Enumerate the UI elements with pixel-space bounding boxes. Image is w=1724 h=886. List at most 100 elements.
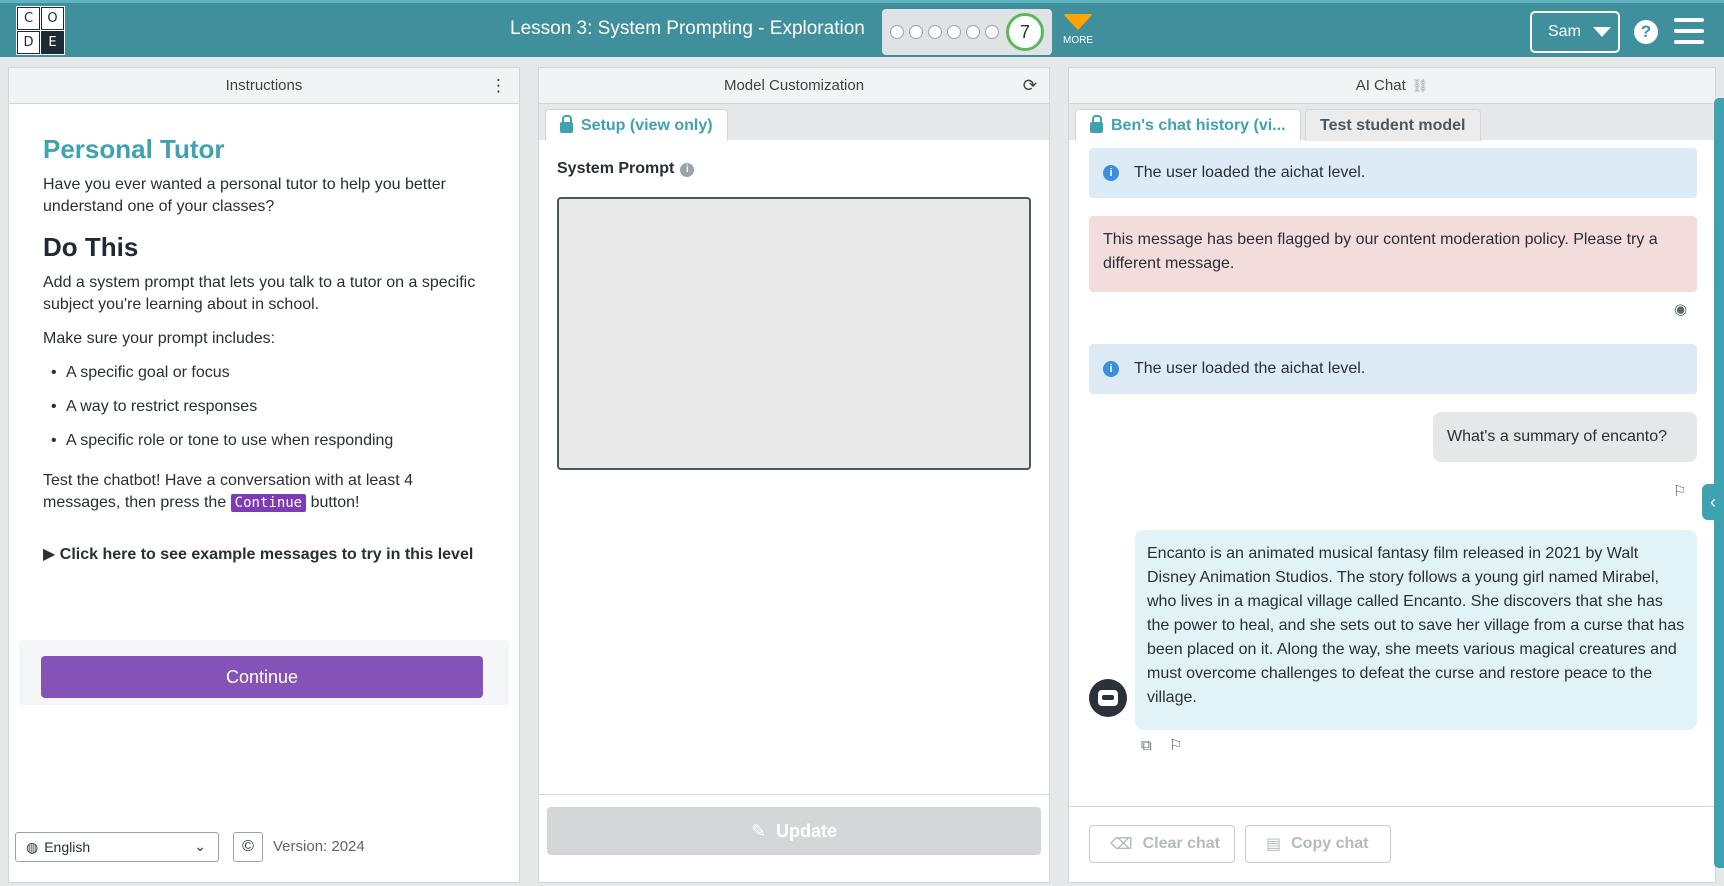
level-progress: 7 (882, 9, 1052, 55)
globe-icon: ◍ (26, 838, 39, 855)
refresh-icon[interactable]: ⟳ (1023, 76, 1037, 96)
update-button[interactable]: ✎ Update (547, 807, 1041, 855)
tab-history-label: Ben's chat history (vi... (1111, 116, 1286, 134)
eraser-icon: ⌫ (1110, 836, 1133, 853)
chat-header: AI Chat ⛓ (1069, 68, 1715, 104)
current-level-bubble[interactable]: 7 (1006, 13, 1044, 51)
top-header: C O D E Lesson 3: System Prompting - Exp… (0, 0, 1724, 57)
instructions-header: Instructions ⋮ (9, 68, 519, 104)
logo-letter-e: E (41, 31, 64, 54)
instructions-title: Instructions (225, 77, 303, 94)
info-icon: i (1103, 165, 1119, 181)
instructions-intro: Have you ever wanted a personal tutor to… (43, 176, 446, 215)
instructions-make-sure: Make sure your prompt includes: (43, 330, 276, 347)
list-item: A way to restrict responses (51, 396, 494, 418)
continue-area: Continue (19, 640, 509, 705)
instructions-task: Add a system prompt that lets you talk t… (43, 274, 476, 313)
code-org-logo[interactable]: C O D E (16, 6, 65, 55)
message-text: The user loaded the aichat level. (1134, 360, 1366, 377)
tab-test-student-model[interactable]: Test student model (1305, 109, 1481, 141)
tab-setup-label: Setup (view only) (581, 116, 713, 134)
model-footer: ✎ Update (539, 794, 1049, 882)
system-prompt-label: System Prompt i (557, 160, 695, 178)
model-header: Model Customization ⟳ (539, 68, 1049, 104)
list-item: A specific role or tone to use when resp… (51, 430, 494, 452)
instructions-test: Test the chatbot! Have a conversation wi… (43, 470, 494, 514)
chat-messages: i The user loaded the aichat level. This… (1069, 140, 1715, 808)
list-item: A specific goal or focus (51, 362, 494, 384)
language-value: English (44, 839, 91, 855)
tab-chat-history[interactable]: Ben's chat history (vi... (1075, 109, 1301, 141)
tab-test-label: Test student model (1320, 116, 1466, 134)
chat-scrollbar[interactable] (1714, 98, 1724, 868)
model-customization-panel: Model Customization ⟳ Setup (view only) … (538, 67, 1050, 883)
example-messages-label: Click here to see example messages to tr… (59, 546, 474, 563)
flag-icon[interactable]: ⚐ (1673, 482, 1686, 500)
do-this-heading: Do This (43, 232, 139, 262)
vertical-dots-icon[interactable]: ⋮ (490, 76, 507, 96)
example-messages-toggle[interactable]: ▶ Click here to see example messages to … (43, 544, 494, 566)
flag-icon[interactable]: ⚐ (1169, 736, 1182, 754)
collapse-chevron-icon[interactable]: ‹ (1702, 484, 1724, 520)
copy-chat-label: Copy chat (1291, 835, 1369, 852)
caret-down-icon (1592, 27, 1611, 37)
chevron-down-icon: ⌄ (194, 838, 206, 854)
assistant-message: Encanto is an animated musical fantasy f… (1135, 530, 1697, 730)
ai-chat-panel: AI Chat ⛓ Ben's chat history (vi... Test… (1068, 67, 1716, 883)
flagged-message: This message has been flagged by our con… (1089, 216, 1697, 292)
chat-tabbar: Ben's chat history (vi... Test student m… (1069, 104, 1715, 141)
clipboard-icon: ▤ (1266, 836, 1282, 853)
clear-chat-button[interactable]: ⌫ Clear chat (1089, 825, 1235, 863)
copyright-icon[interactable]: © (233, 832, 263, 862)
message-text: The user loaded the aichat level. (1134, 164, 1366, 181)
edit-icon: ✎ (750, 820, 767, 841)
system-prompt-textarea[interactable] (557, 197, 1031, 470)
language-select[interactable]: ◍ English ⌄ (15, 832, 219, 862)
eye-icon[interactable]: ◉ (1674, 300, 1687, 318)
lock-icon (1090, 115, 1103, 133)
bot-avatar (1089, 679, 1127, 717)
copy-icon[interactable]: ⧉ (1141, 737, 1152, 754)
more-button[interactable]: MORE (1058, 12, 1098, 46)
message-text: What's a summary of encanto? (1447, 428, 1668, 445)
system-message: i The user loaded the aichat level. (1089, 344, 1697, 394)
page-footer: ◍ English ⌄ © Version: 2024 (9, 822, 519, 882)
message-text: This message has been flagged by our con… (1103, 231, 1658, 272)
level-dot[interactable] (909, 25, 923, 39)
user-message: What's a summary of encanto? (1433, 412, 1697, 462)
instructions-content: Personal Tutor Have you ever wanted a pe… (9, 104, 519, 566)
level-dot[interactable] (985, 25, 999, 39)
system-prompt-label-text: System Prompt (557, 160, 675, 177)
info-icon[interactable]: i (680, 163, 695, 177)
requirements-list: A specific goal or focus A way to restri… (51, 362, 494, 452)
chevron-down-icon (1063, 14, 1093, 30)
model-title: Model Customization (723, 77, 865, 94)
system-message: i The user loaded the aichat level. (1089, 148, 1697, 198)
triangle-right-icon: ▶ (43, 546, 56, 563)
instructions-heading: Personal Tutor (43, 134, 225, 164)
chat-footer: ⌫ Clear chat ▤ Copy chat (1069, 806, 1715, 882)
robot-icon (1098, 690, 1118, 706)
logo-letter-d: D (17, 31, 40, 54)
logo-letter-o: O (41, 7, 64, 30)
level-dot[interactable] (947, 25, 961, 39)
version-text: Version: 2024 (273, 838, 365, 855)
link-icon[interactable]: ⛓ (1412, 78, 1429, 94)
user-name: Sam (1548, 23, 1581, 40)
hamburger-menu-icon[interactable] (1674, 18, 1704, 44)
help-icon[interactable]: ? (1634, 20, 1658, 44)
continue-button[interactable]: Continue (41, 656, 483, 698)
tab-setup[interactable]: Setup (view only) (545, 109, 728, 141)
copy-chat-button[interactable]: ▤ Copy chat (1245, 825, 1391, 863)
lesson-title[interactable]: Lesson 3: System Prompting - Exploration (510, 18, 865, 40)
message-text: Encanto is an animated musical fantasy f… (1147, 545, 1685, 706)
level-dot[interactable] (928, 25, 942, 39)
info-icon: i (1103, 361, 1119, 377)
test-text-after: button! (310, 494, 360, 511)
user-menu-button[interactable]: Sam (1530, 11, 1620, 53)
level-dot[interactable] (890, 25, 904, 39)
level-dot[interactable] (966, 25, 980, 39)
instructions-panel: Instructions ⋮ Personal Tutor Have you e… (8, 67, 520, 883)
model-tabbar: Setup (view only) (539, 104, 1049, 141)
clear-chat-label: Clear chat (1142, 835, 1220, 852)
